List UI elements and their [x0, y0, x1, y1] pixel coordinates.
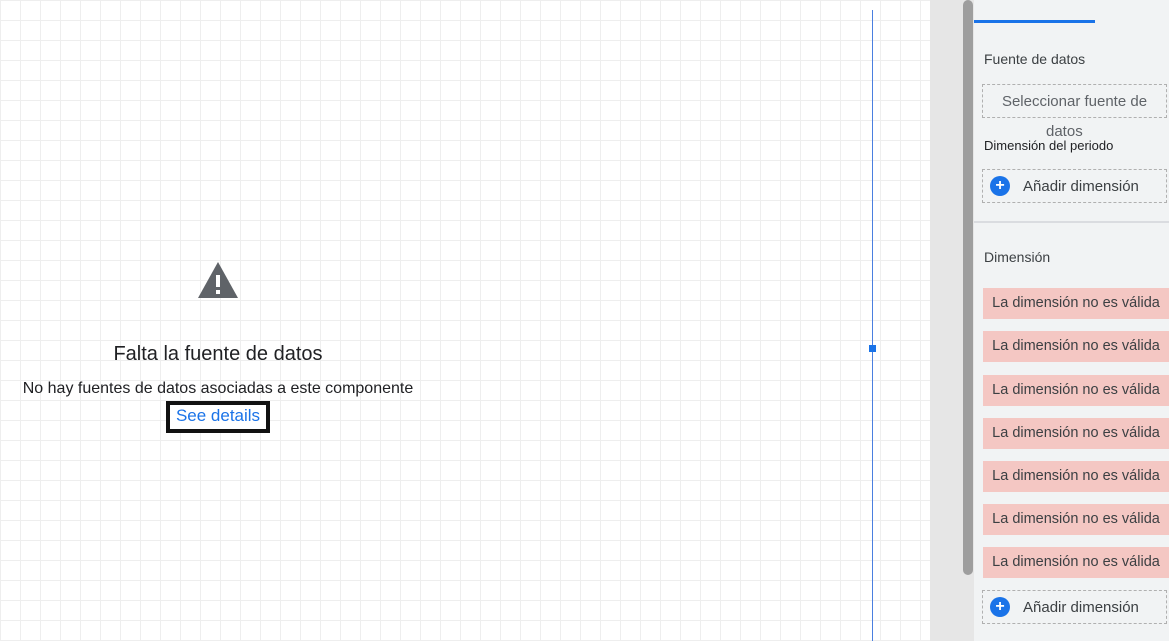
vertical-scrollbar[interactable]	[963, 0, 973, 575]
select-data-source-button[interactable]: Seleccionar fuente de	[982, 84, 1167, 118]
invalid-dimension-chip[interactable]: La dimensión no es válida	[983, 375, 1169, 406]
add-dimension-label: Añadir dimensión	[1023, 598, 1139, 616]
missing-data-source-message: No hay fuentes de datos asociadas a este…	[22, 380, 414, 397]
period-dimension-label: Dimensión del periodo	[984, 138, 1114, 153]
add-period-dimension-label: Añadir dimensión	[1023, 177, 1139, 195]
invalid-dimension-chip[interactable]: La dimensión no es válida	[983, 288, 1169, 319]
invalid-dimension-chip[interactable]: La dimensión no es válida	[983, 547, 1169, 578]
missing-data-source-placeholder: Falta la fuente de datos No hay fuentes …	[0, 255, 436, 433]
invalid-dimension-chip[interactable]: La dimensión no es válida	[983, 331, 1169, 362]
select-data-source-label: Seleccionar fuente de	[1001, 93, 1148, 110]
see-details-link[interactable]: See details	[176, 406, 260, 425]
plus-circle-icon: +	[990, 597, 1010, 617]
invalid-dimension-chip[interactable]: La dimensión no es válida	[983, 504, 1169, 535]
see-details-highlight: See details	[165, 401, 271, 433]
plus-circle-icon: +	[990, 176, 1010, 196]
dimension-label: Dimensión	[984, 249, 1051, 265]
warning-triangle-icon	[198, 262, 238, 298]
add-dimension-button[interactable]: + Añadir dimensión	[982, 590, 1167, 624]
invalid-dimension-chip[interactable]: La dimensión no es válida	[983, 461, 1169, 492]
properties-panel: Fuente de datos Seleccionar fuente de da…	[974, 0, 1169, 641]
add-period-dimension-button[interactable]: + Añadir dimensión	[982, 169, 1167, 203]
resize-handle[interactable]	[869, 345, 876, 352]
active-tab-indicator	[974, 20, 1095, 23]
data-source-label: Fuente de datos	[984, 51, 1086, 67]
component-selection-border	[872, 10, 873, 641]
report-canvas[interactable]: Falta la fuente de datos No hay fuentes …	[0, 0, 930, 641]
section-divider	[974, 221, 1169, 223]
invalid-dimension-chip[interactable]: La dimensión no es válida	[983, 418, 1169, 449]
missing-data-source-title: Falta la fuente de datos	[113, 343, 323, 365]
